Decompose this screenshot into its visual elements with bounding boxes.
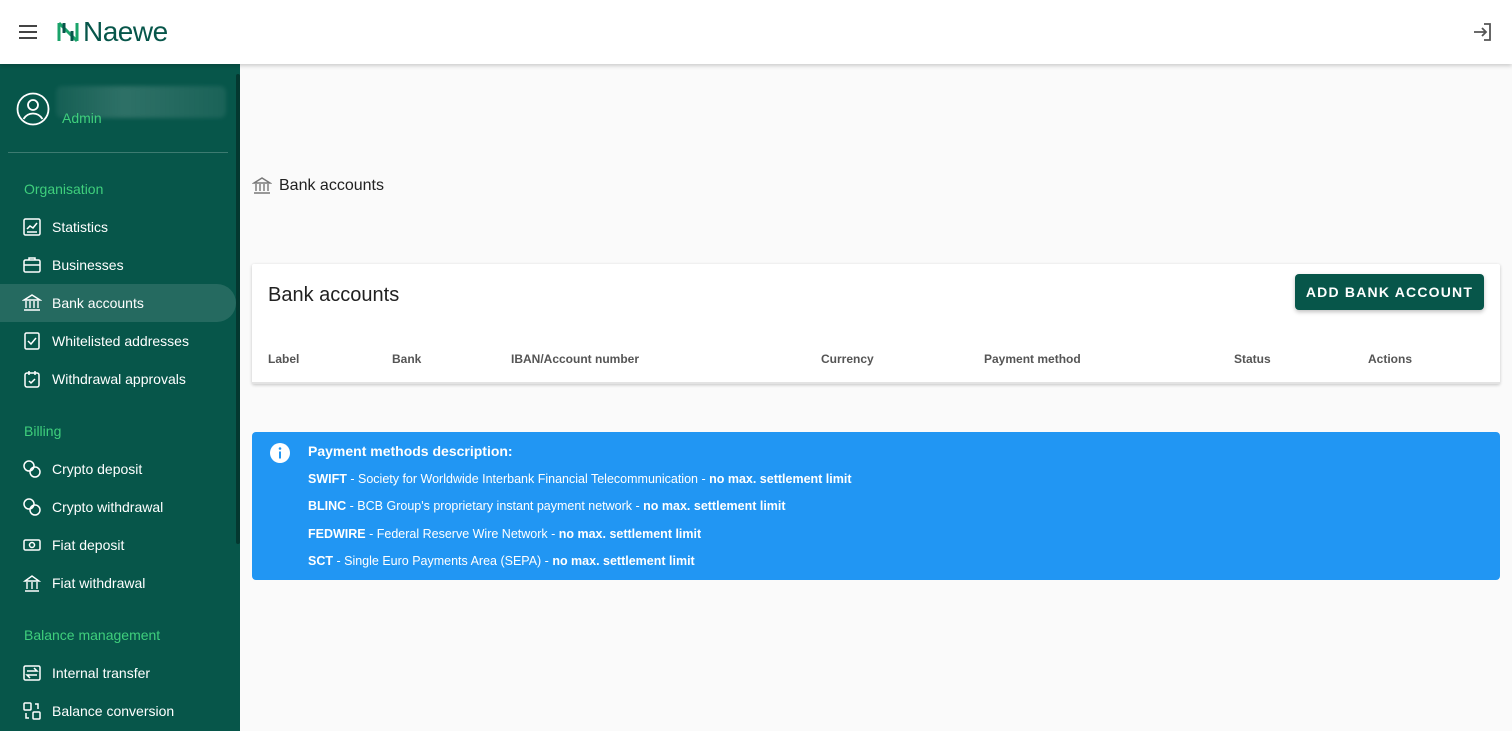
sidebar-item-internal-transfer[interactable]: Internal transfer: [0, 654, 236, 692]
payment-desc: - Society for Worldwide Interbank Financ…: [346, 472, 710, 486]
sidebar-item-label: Bank accounts: [52, 295, 144, 311]
payment-limit: no max. settlement limit: [552, 554, 695, 568]
approval-icon: [22, 369, 42, 389]
checklist-icon: [22, 331, 42, 351]
info-line-fedwire: FEDWIRE - Federal Reserve Wire Network -…: [308, 527, 701, 541]
sidebar-item-label: Crypto withdrawal: [52, 499, 164, 515]
sidebar-item-crypto-deposit[interactable]: Crypto deposit: [0, 450, 236, 488]
bank-accounts-card: Bank accounts ADD BANK ACCOUNT Label Ban…: [252, 264, 1500, 384]
sidebar-item-label: Businesses: [52, 257, 124, 273]
add-bank-account-button[interactable]: ADD BANK ACCOUNT: [1295, 274, 1484, 310]
logo[interactable]: Naewe: [56, 16, 168, 48]
sidebar-item-label: Statistics: [52, 219, 109, 235]
column-header-iban[interactable]: IBAN/Account number: [511, 352, 639, 366]
sidebar-item-bank-accounts[interactable]: Bank accounts: [0, 284, 236, 322]
user-role: Admin: [62, 110, 102, 126]
payment-code: SCT: [308, 554, 333, 568]
sidebar-item-whitelisted-addresses[interactable]: Whitelisted addresses: [0, 322, 236, 360]
info-line-blinc: BLINC - BCB Group's proprietary instant …: [308, 499, 786, 513]
sidebar-item-label: Fiat deposit: [52, 537, 125, 553]
conversion-icon: [22, 701, 42, 721]
card-title: Bank accounts: [268, 284, 400, 306]
avatar-icon[interactable]: [16, 92, 50, 126]
info-line-swift: SWIFT - Society for Worldwide Interbank …: [308, 472, 852, 486]
logout-icon[interactable]: [1471, 20, 1495, 44]
column-header-actions: Actions: [1368, 352, 1413, 366]
bank-icon: [251, 176, 273, 196]
section-organisation: Organisation: [24, 181, 104, 197]
section-balance-management: Balance management: [24, 627, 161, 643]
sidebar-divider: [8, 152, 228, 153]
breadcrumb-label: Bank accounts: [279, 177, 384, 194]
sidebar-item-statistics[interactable]: Statistics: [0, 208, 236, 246]
sidebar-item-crypto-withdrawal[interactable]: Crypto withdrawal: [0, 488, 236, 526]
sidebar-item-fiat-withdrawal[interactable]: Fiat withdrawal: [0, 564, 236, 602]
sidebar-item-label: Internal transfer: [52, 665, 151, 681]
crypto-icon: [22, 459, 42, 479]
payment-code: SWIFT: [308, 472, 347, 486]
sidebar-item-label: Fiat withdrawal: [52, 575, 146, 591]
transfer-icon: [22, 663, 42, 683]
top-app-bar: Naewe: [0, 0, 1512, 64]
crypto-icon: [22, 497, 42, 517]
sidebar-item-label: Balance conversion: [52, 703, 175, 719]
section-billing: Billing: [24, 423, 62, 439]
menu-icon[interactable]: [16, 20, 40, 44]
chart-icon: [22, 217, 42, 237]
info-line-sct: SCT - Single Euro Payments Area (SEPA) -…: [308, 554, 695, 568]
table-header-divider: [252, 382, 1500, 384]
payment-limit: no max. settlement limit: [643, 499, 786, 513]
sidebar-item-label: Withdrawal approvals: [52, 371, 186, 387]
sidebar-item-businesses[interactable]: Businesses: [0, 246, 236, 284]
cash-out-icon: [22, 573, 42, 593]
payment-code: BLINC: [308, 499, 347, 513]
sidebar: Admin Organisation Statistics Businesses…: [0, 64, 240, 731]
column-header-status[interactable]: Status: [1234, 352, 1271, 366]
column-header-bank[interactable]: Bank: [392, 352, 421, 366]
bank-icon: [22, 293, 42, 313]
payment-desc: - BCB Group's proprietary instant paymen…: [346, 499, 644, 513]
breadcrumb: Bank accounts: [251, 176, 384, 196]
sidebar-item-withdrawal-approvals[interactable]: Withdrawal approvals: [0, 360, 236, 398]
payment-limit: no max. settlement limit: [558, 527, 702, 541]
column-header-currency[interactable]: Currency: [821, 352, 874, 366]
logo-text: Naewe: [83, 16, 168, 47]
sidebar-scrollbar[interactable]: [236, 74, 240, 544]
payment-desc: - Single Euro Payments Area (SEPA) -: [333, 554, 553, 568]
payment-code: FEDWIRE: [308, 527, 366, 541]
sidebar-item-label: Crypto deposit: [52, 461, 143, 477]
payment-limit: no max. settlement limit: [709, 472, 852, 486]
info-title: Payment methods description:: [308, 443, 513, 459]
column-header-label[interactable]: Label: [268, 352, 299, 366]
sidebar-item-label: Whitelisted addresses: [52, 333, 189, 349]
payment-desc: - Federal Reserve Wire Network -: [365, 527, 559, 541]
sidebar-item-fiat-deposit[interactable]: Fiat deposit: [0, 526, 236, 564]
sidebar-item-balance-conversion[interactable]: Balance conversion: [0, 692, 236, 730]
info-icon: [270, 443, 290, 463]
column-header-payment-method[interactable]: Payment method: [984, 352, 1081, 366]
logo-mark-icon: [57, 21, 79, 43]
cash-icon: [22, 535, 42, 555]
payment-methods-info-alert: Payment methods description: SWIFT - Soc…: [252, 432, 1500, 580]
briefcase-icon: [22, 255, 42, 275]
